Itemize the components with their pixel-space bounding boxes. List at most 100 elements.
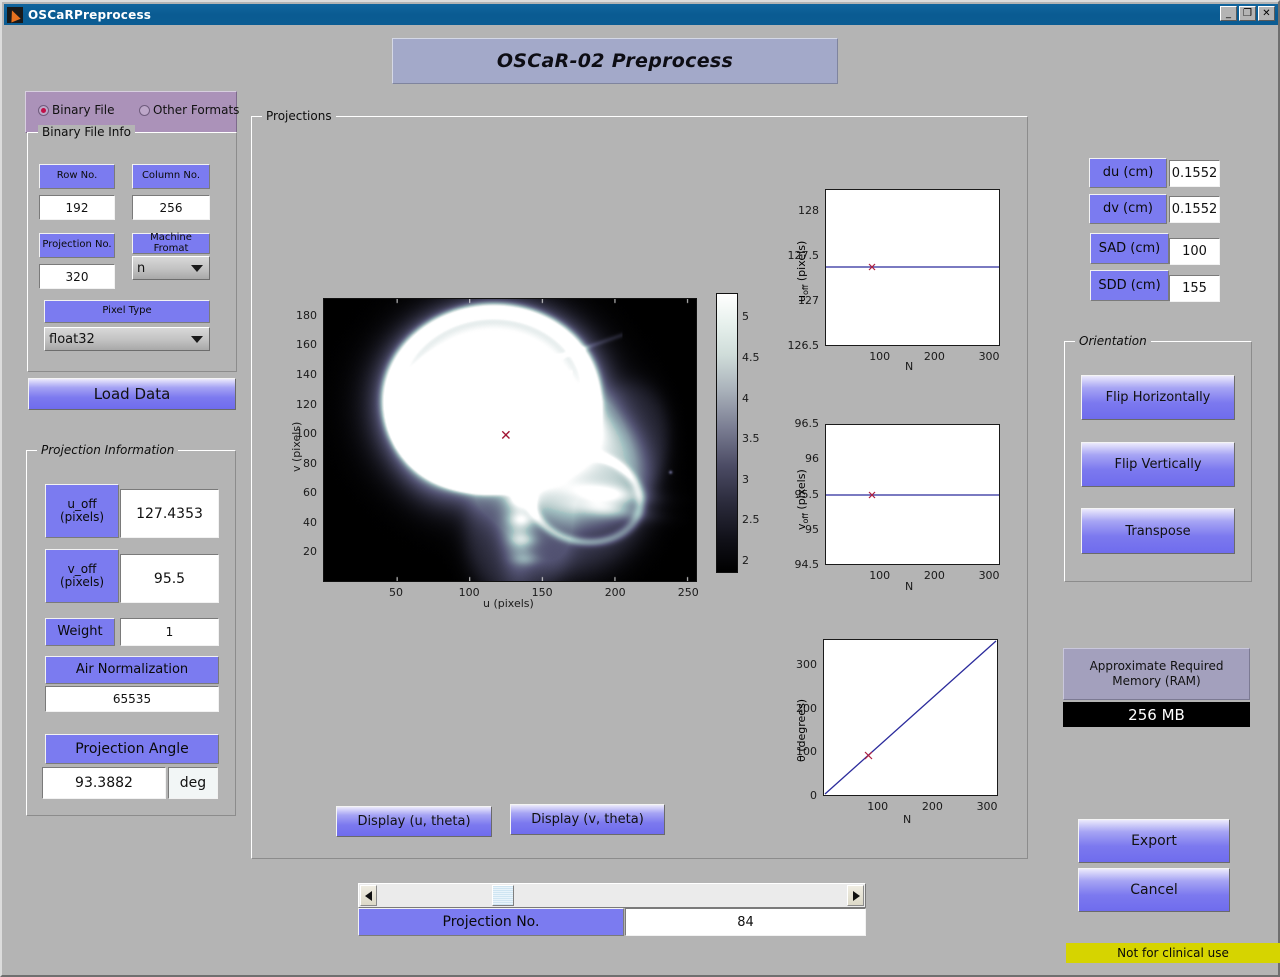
restore-icon[interactable]: ❐ [1239,6,1256,21]
radio-other-formats-label: Other Formats [153,103,240,117]
sad-input[interactable]: 100 [1169,238,1220,265]
weight-label: Weight [45,618,115,646]
axis-tick-label: 5 [742,310,749,324]
export-button[interactable]: Export [1078,819,1230,863]
flip-horizontally-button[interactable]: Flip Horizontally [1081,375,1235,420]
weight-input[interactable]: 1 [120,618,219,646]
v-off-plot-axes[interactable] [825,424,1000,565]
flip-vertically-button[interactable]: Flip Vertically [1081,442,1235,487]
axis-tick-label: 96.5 [794,417,820,430]
axis-tick-label: 4 [742,391,749,405]
v-off-label: v_off (pixels) [45,549,119,603]
projection-slider[interactable] [358,883,866,908]
row-no-input[interactable]: 192 [39,195,115,220]
axis-tick-label: 96 [805,452,819,466]
u-off-plot-axes[interactable] [825,189,1000,346]
axis-tick-label: 150 [531,586,553,599]
cancel-button[interactable]: Cancel [1078,868,1230,912]
v-off-label-line2: (pixels) [59,575,104,589]
window-title: OSCaRPreprocess [28,7,152,22]
memory-label-line1: Approximate Required [1089,659,1224,673]
sdd-input[interactable]: 155 [1169,275,1220,302]
theta-plot-ylabel: θ (degrees) [795,698,808,762]
transpose-button[interactable]: Transpose [1081,508,1235,554]
axis-tick-label: 3 [742,472,749,486]
pixel-type-dropdown[interactable]: float32 [44,327,210,351]
axis-tick-label: 4.5 [742,350,760,364]
v-off-plot-svg [826,491,999,499]
close-icon[interactable]: ✕ [1258,6,1275,21]
axis-tick-label: 94.5 [794,558,820,571]
memory-value: 256 MB [1063,702,1250,727]
radio-binary-file-label: Binary File [52,103,115,117]
axis-tick-label: 180 [296,308,317,322]
axis-tick-label: 200 [604,586,626,599]
axis-tick-label: 20 [303,545,317,559]
axis-tick-label: 100 [869,350,891,363]
projection-information-title: Projection Information [37,443,179,457]
pixel-type-label: Pixel Type [44,300,210,323]
binary-file-info-panel: Binary File Info Row No. 192 Column No. … [27,125,237,372]
projection-no-label: Projection No. [39,233,115,258]
projection-image-axes[interactable] [323,298,697,582]
v-off-input[interactable]: 95.5 [120,554,219,603]
u-off-label: u_off (pixels) [45,484,119,538]
slider-left-arrow[interactable] [360,885,377,906]
axis-tick-label: 128 [798,204,819,218]
axis-tick-label: 200 [923,569,945,582]
axis-tick-label: 100 [869,569,891,582]
projection-image-xlabel: u (pixels) [483,597,534,610]
radio-other-formats[interactable]: Other Formats [139,103,239,117]
u-off-plot-svg [826,263,999,271]
radio-binary-file[interactable]: Binary File [38,103,114,117]
slider-right-arrow[interactable] [847,885,864,906]
projection-no-input[interactable]: 320 [39,264,115,289]
axis-tick-label: 300 [978,569,1000,582]
sdd-label: SDD (cm) [1090,270,1169,301]
colorbar [716,293,738,573]
axis-tick-label: 2 [742,553,749,567]
application-window: OSCaRPreprocess _ ❐ ✕ OSCaR-02 Preproces… [0,0,1280,977]
display-u-theta-button[interactable]: Display (u, theta) [336,806,492,837]
matlab-icon [7,6,23,23]
u-off-input[interactable]: 127.4353 [120,489,219,538]
column-no-input[interactable]: 256 [132,195,210,220]
radio-other-formats-mark [139,104,150,116]
dv-input[interactable]: 0.1552 [1169,196,1220,223]
axis-tick-label: 126.5 [787,339,820,352]
axis-tick-label: 160 [296,338,317,352]
minimize-icon[interactable]: _ [1220,6,1237,21]
du-input[interactable]: 0.1552 [1169,160,1220,187]
window-controls: _ ❐ ✕ [1220,6,1275,21]
axis-tick-label: 300 [796,658,817,672]
u-off-plot-xlabel: N [905,360,914,373]
axis-tick-label: 80 [303,456,317,470]
du-label: du (cm) [1089,158,1167,188]
memory-label: Approximate Required Memory (RAM) [1063,648,1250,700]
axis-tick-label: 100 [458,586,480,599]
projection-angle-input[interactable]: 93.3882 [42,767,166,799]
theta-plot-xlabel: N [903,813,912,826]
window-title-bar: OSCaRPreprocess _ ❐ ✕ [4,4,1278,25]
axis-tick-label: 120 [296,397,317,411]
axis-tick-label: 200 [921,800,943,813]
orientation-panel-title: Orientation [1075,334,1151,348]
pixel-type-value: float32 [49,331,95,347]
machine-format-dropdown[interactable]: n [132,256,210,280]
axis-tick-label: 0 [810,789,817,802]
projection-angle-unit: deg [168,767,218,799]
slider-projection-no-input[interactable]: 84 [625,908,866,936]
axis-tick-label: 60 [303,486,317,500]
projections-panel-title: Projections [262,109,336,123]
projection-image-ylabel: v (pixels) [290,421,303,472]
column-no-label: Column No. [132,164,210,189]
axis-tick-label: 250 [677,586,699,599]
display-v-theta-button[interactable]: Display (v, theta) [510,804,665,835]
air-normalization-input[interactable]: 65535 [45,686,219,712]
v-off-plot-xlabel: N [905,580,914,593]
dv-label: dv (cm) [1089,194,1167,224]
load-data-button[interactable]: Load Data [28,378,236,410]
theta-plot-axes[interactable] [823,639,998,796]
slider-thumb[interactable] [492,885,514,906]
axis-tick-label: 50 [389,586,404,599]
